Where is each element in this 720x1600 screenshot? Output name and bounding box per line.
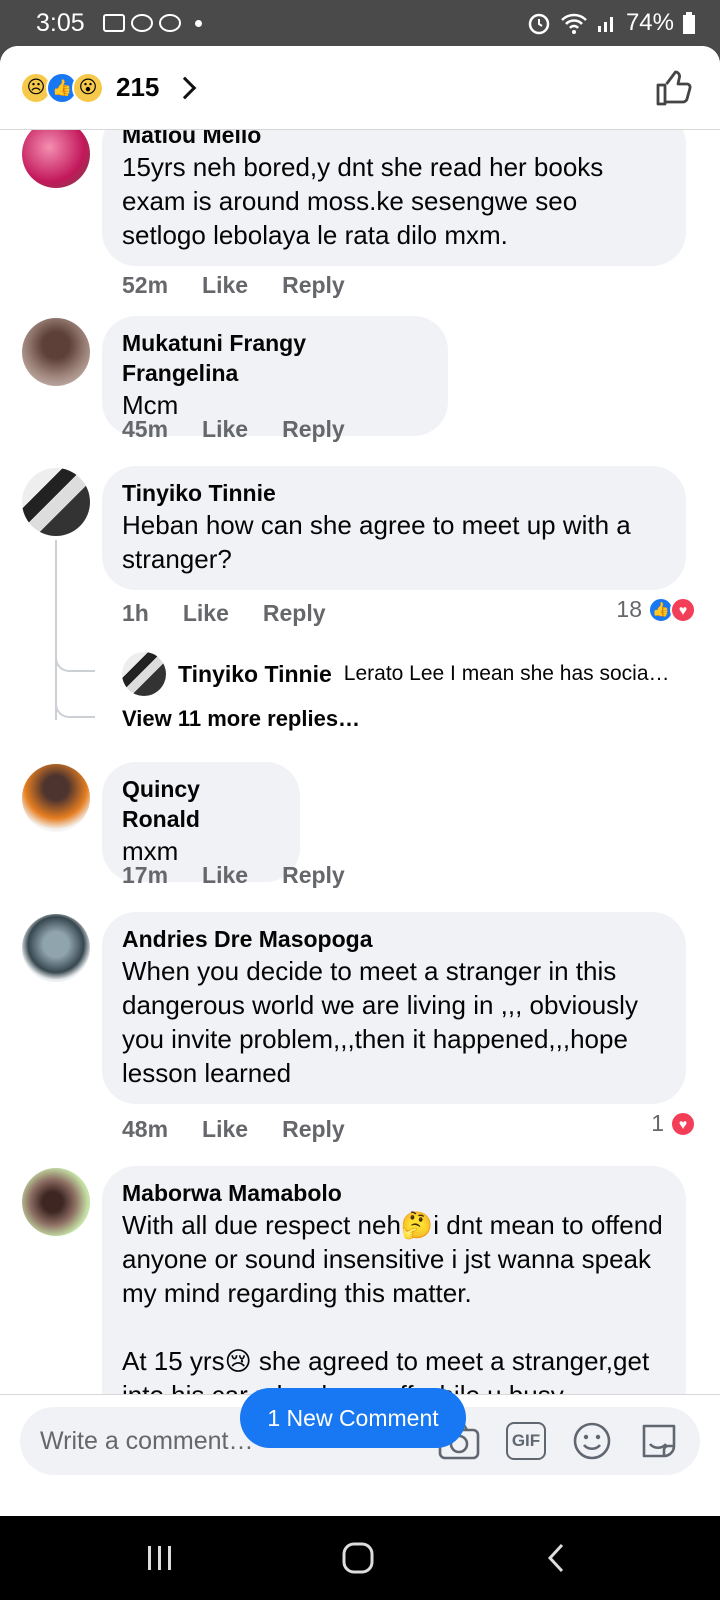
- comment-bubble[interactable]: Matlou Mello 15yrs neh bored,y dnt she r…: [102, 130, 686, 266]
- comment-text: When you decide to meet a stranger in th…: [122, 956, 638, 1088]
- wifi-icon: [561, 13, 587, 34]
- reply-text: Lerato Lee I mean she has socia…: [343, 662, 670, 685]
- comment-text: With all due respect neh🤔i dnt mean to o…: [122, 1210, 663, 1308]
- reply-author[interactable]: Tinyiko Tinnie: [178, 661, 332, 688]
- comment-author[interactable]: Matlou Mello: [122, 130, 666, 150]
- chat-icon: [130, 14, 153, 32]
- reply-preview[interactable]: Tinyiko Tinnie Lerato Lee I mean she has…: [122, 652, 702, 696]
- comment-list: Matlou Mello 15yrs neh bored,y dnt she r…: [0, 130, 720, 1420]
- comment-reaction-count: 1: [651, 1110, 664, 1136]
- comment-actions: 48m Like Reply: [122, 1116, 345, 1143]
- like-link[interactable]: Like: [202, 416, 248, 443]
- avatar[interactable]: [22, 764, 90, 832]
- comment-time: 48m: [122, 1116, 169, 1142]
- thread-branch: [55, 702, 95, 718]
- comment-actions: 1h Like Reply: [122, 600, 326, 627]
- reply-link[interactable]: Reply: [282, 416, 345, 443]
- comment-text: 15yrs neh bored,y dnt she read her books…: [122, 152, 604, 250]
- reaction-summary[interactable]: ☹ 👍 😮 215: [20, 71, 197, 104]
- comment-time: 52m: [122, 272, 169, 298]
- like-link[interactable]: Like: [183, 600, 229, 627]
- comment-author[interactable]: Andries Dre Masopoga: [122, 924, 666, 954]
- gif-button[interactable]: GIF: [506, 1422, 546, 1460]
- status-bar: 3:05 74%: [0, 0, 720, 46]
- thread-line: [55, 540, 57, 720]
- comment-time: 1h: [122, 600, 149, 626]
- comment-author[interactable]: Maborwa Mamabolo: [122, 1178, 666, 1208]
- comment-reactions[interactable]: 18 👍 ♥: [616, 596, 696, 623]
- alarm-icon: [528, 13, 550, 35]
- gallery-icon: [102, 14, 125, 32]
- avatar[interactable]: [22, 318, 90, 386]
- like-link[interactable]: Like: [202, 272, 248, 299]
- gif-label: GIF: [511, 1431, 541, 1450]
- comment-bubble[interactable]: Tinyiko Tinnie Heban how can she agree t…: [102, 466, 686, 590]
- reactions-header: ☹ 👍 😮 215: [0, 46, 720, 130]
- battery-icon: [683, 12, 695, 34]
- signal-icon: [597, 17, 613, 32]
- love-reaction-icon: ♥: [670, 1110, 696, 1137]
- comment-reaction-count: 18: [616, 596, 642, 622]
- comments-sheet: ☹ 👍 😮 215 Matlou Mello 15yrs neh bored,y…: [0, 46, 720, 1516]
- view-more-replies-link[interactable]: View 11 more replies…: [122, 706, 360, 732]
- avatar[interactable]: [22, 914, 90, 982]
- avatar[interactable]: [22, 1168, 90, 1236]
- comment-author[interactable]: Quincy Ronald: [122, 774, 280, 834]
- more-notifications-icon: [194, 19, 202, 27]
- comment-time: 45m: [122, 416, 169, 442]
- love-reaction-icon: ♥: [670, 596, 696, 623]
- home-icon[interactable]: [340, 1540, 376, 1576]
- comment-bubble[interactable]: Maborwa Mamabolo With all due respect ne…: [102, 1166, 686, 1420]
- sticker-icon[interactable]: [638, 1420, 680, 1462]
- emoji-icon[interactable]: [572, 1421, 612, 1461]
- new-comment-button[interactable]: 1 New Comment: [240, 1388, 466, 1448]
- back-icon[interactable]: [544, 1542, 568, 1574]
- comment-actions: 45m Like Reply: [122, 416, 345, 443]
- comment-time: 17m: [122, 862, 169, 888]
- avatar[interactable]: [122, 652, 166, 696]
- comment-actions: 17m Like Reply: [122, 862, 345, 889]
- avatar[interactable]: [22, 468, 90, 536]
- wow-reaction-icon: 😮: [72, 71, 104, 104]
- thread-branch: [55, 656, 95, 672]
- comment-actions: 52m Like Reply: [122, 272, 345, 299]
- comment-bubble[interactable]: Andries Dre Masopoga When you decide to …: [102, 912, 686, 1104]
- chevron-right-icon: [174, 76, 197, 99]
- like-button-icon[interactable]: [654, 68, 694, 108]
- system-nav-bar: [0, 1516, 720, 1600]
- like-link[interactable]: Like: [202, 1116, 248, 1143]
- comment-text: Heban how can she agree to meet up with …: [122, 510, 631, 574]
- reply-link[interactable]: Reply: [263, 600, 326, 627]
- reaction-count: 215: [116, 72, 160, 102]
- reply-link[interactable]: Reply: [282, 862, 345, 889]
- avatar[interactable]: [22, 130, 90, 188]
- comment-author[interactable]: Tinyiko Tinnie: [122, 478, 666, 508]
- comment-reactions[interactable]: 1 ♥: [651, 1110, 696, 1137]
- reply-link[interactable]: Reply: [282, 272, 345, 299]
- comment-author[interactable]: Mukatuni Frangy Frangelina: [122, 328, 428, 388]
- status-time: 3:05: [36, 8, 85, 37]
- notification-icons: [102, 14, 202, 32]
- reply-link[interactable]: Reply: [282, 1116, 345, 1143]
- recent-apps-icon[interactable]: [144, 1542, 176, 1574]
- whatsapp-icon: [158, 14, 181, 32]
- like-link[interactable]: Like: [202, 862, 248, 889]
- battery-percent: 74%: [625, 9, 674, 36]
